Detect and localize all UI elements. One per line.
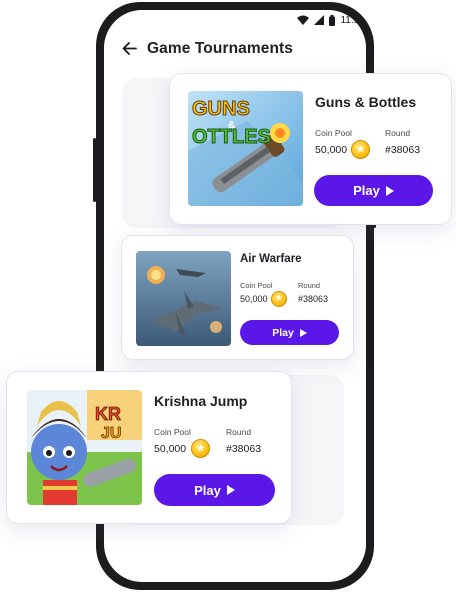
arrow-left-icon[interactable] (122, 41, 137, 58)
round-value: #38063 (226, 443, 262, 455)
page-title: Game Tournaments (147, 40, 294, 57)
tournament-card-air-warfare: Air Warfare Coin Pool Round 50,000 ★ #38… (121, 235, 354, 360)
game-title: Air Warfare (240, 253, 302, 265)
play-button[interactable]: Play (314, 175, 433, 206)
status-time: 11:11 (340, 14, 364, 26)
coin-pool-label: Coin Pool (154, 427, 191, 437)
coin-icon: ★ (351, 140, 370, 159)
app-header: Game Tournaments (122, 40, 293, 58)
play-button-label: Play (353, 183, 380, 198)
coin-pool-value: 50,000 (154, 443, 187, 455)
tournament-card-guns-bottles: GUNS & OTTLES Guns & Bottles Coin Pool R… (169, 73, 452, 225)
play-triangle-icon (226, 485, 235, 495)
coin-pool-value: 50,000 (315, 144, 348, 156)
svg-text:JU: JU (101, 425, 121, 442)
tournament-card-krishna-jump: KR JU Krishna Jump Coin Pool Round 50,00… (6, 371, 292, 524)
wifi-icon (297, 15, 310, 25)
game-title: Guns & Bottles (315, 94, 417, 110)
phone-side-button (93, 138, 96, 202)
game-thumbnail-krishna-jump: KR JU (27, 390, 142, 505)
game-thumbnail-guns-bottles: GUNS & OTTLES (188, 91, 303, 206)
coin-pool-label: Coin Pool (240, 281, 273, 290)
play-button[interactable]: Play (240, 320, 339, 345)
round-value: #38063 (385, 144, 421, 156)
play-button[interactable]: Play (154, 474, 275, 506)
round-label: Round (226, 427, 252, 437)
coin-icon: ★ (191, 439, 210, 458)
svg-text:GUNS: GUNS (192, 98, 250, 120)
signal-icon (314, 15, 325, 25)
round-value: #38063 (298, 294, 329, 304)
coin-icon: ★ (271, 291, 287, 307)
svg-text:KR: KR (95, 404, 121, 424)
coin-pool-value: 50,000 (240, 294, 268, 304)
game-title: Krishna Jump (154, 393, 248, 409)
status-bar: 11:11 (297, 14, 364, 26)
game-thumbnail-air-warfare (136, 251, 231, 346)
coin-pool-label: Coin Pool (315, 128, 352, 138)
play-button-label: Play (272, 326, 294, 339)
play-button-label: Play (194, 482, 221, 498)
round-label: Round (298, 281, 321, 290)
play-triangle-icon (299, 328, 307, 337)
svg-text:OTTLES: OTTLES (192, 126, 271, 148)
battery-icon (329, 14, 336, 26)
play-triangle-icon (385, 185, 394, 196)
round-label: Round (385, 128, 411, 138)
